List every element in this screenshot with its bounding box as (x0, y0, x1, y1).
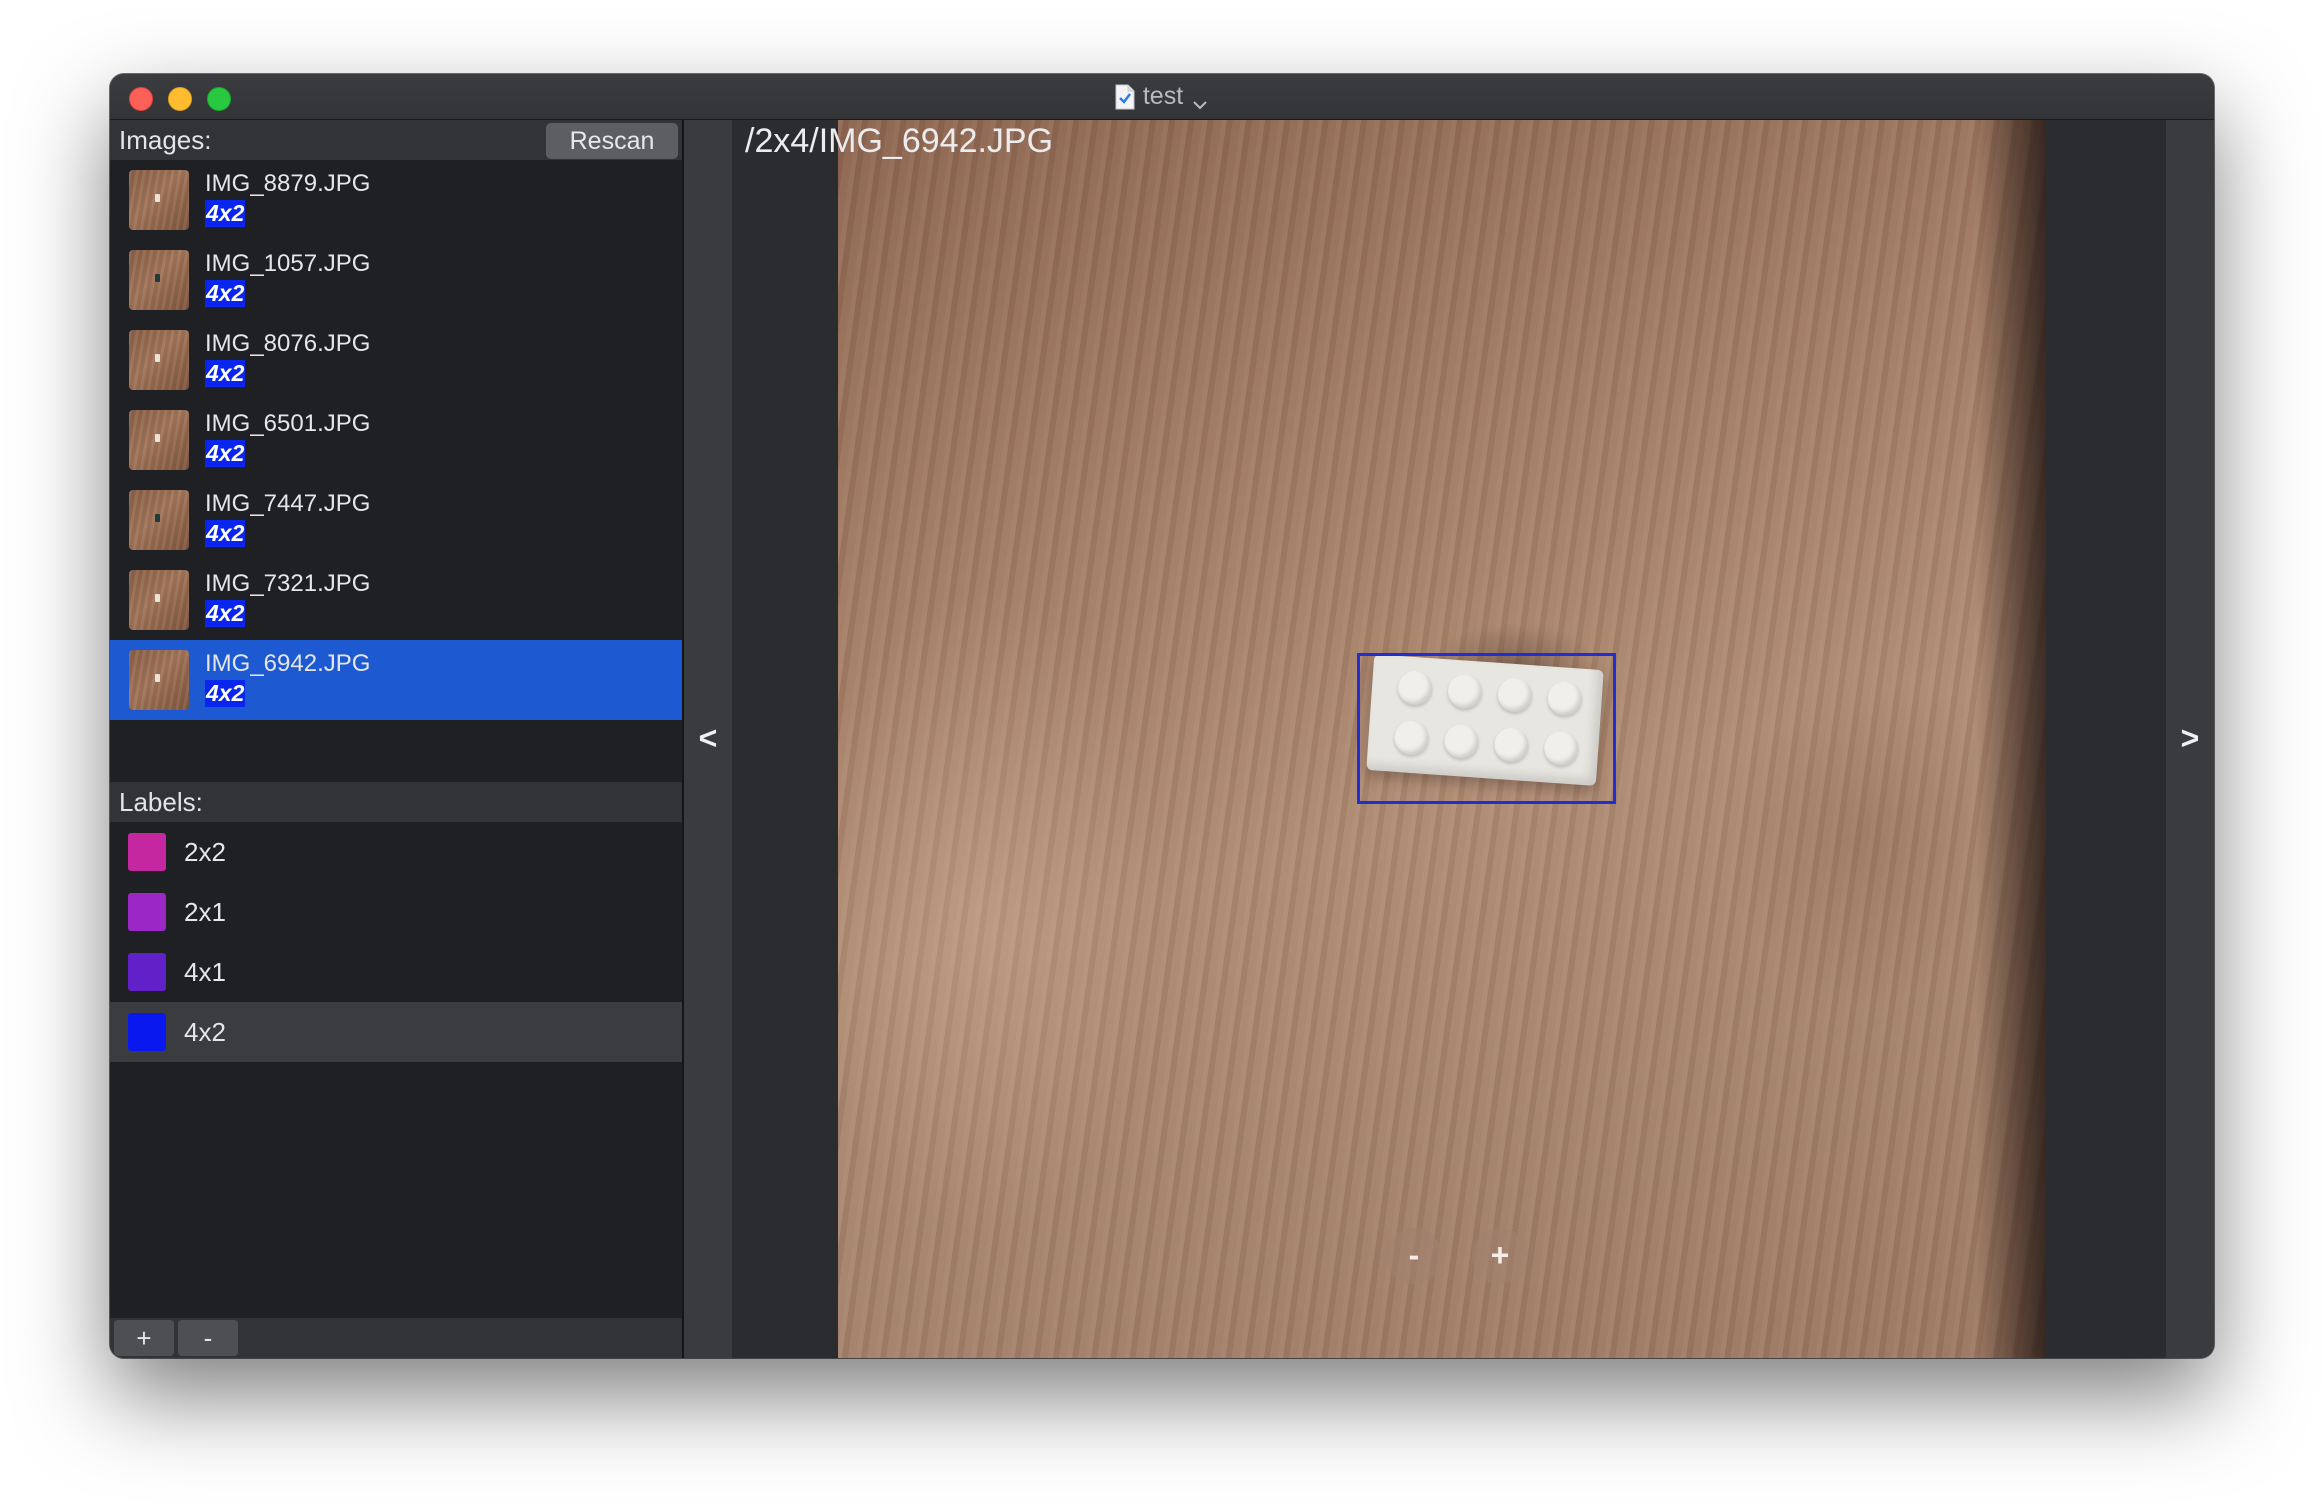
app-window: test Images: Rescan IMG_8879.JPG 4x2 IMG_1… (110, 74, 2214, 1358)
sidebar: Images: Rescan IMG_8879.JPG 4x2 IMG_1057.J… (110, 120, 684, 1358)
image-list-item[interactable]: IMG_1057.JPG 4x2 (110, 240, 682, 320)
chevron-down-icon (1191, 90, 1209, 109)
previous-arrow-icon: < (698, 720, 718, 756)
image-filename: IMG_8879.JPG (205, 170, 371, 197)
label-list-item[interactable]: 4x1 (110, 942, 682, 1002)
label-list-item[interactable]: 2x1 (110, 882, 682, 942)
image-label-badge: 4x2 (205, 360, 246, 387)
image-label-badge: 4x2 (205, 200, 246, 227)
labels-section-header: Labels: (110, 782, 682, 822)
photo-edge-shadow (1976, 120, 2046, 1358)
canvas-area: - + /2x4/IMG_6942.JPG (734, 120, 2164, 1358)
title-bar: test (110, 74, 2214, 120)
image-filename: IMG_7447.JPG (205, 490, 371, 517)
sidebar-bottom-bar: + - (110, 1318, 682, 1358)
image-list-item[interactable]: IMG_8076.JPG 4x2 (110, 320, 682, 400)
previous-image-button[interactable]: < (684, 120, 732, 1358)
label-color-swatch[interactable] (128, 893, 166, 931)
rescan-button[interactable]: Rescan (546, 123, 678, 159)
remove-label-button[interactable]: - (178, 1320, 238, 1356)
label-name: 2x2 (184, 837, 226, 867)
image-path: /2x4/IMG_6942.JPG (745, 122, 1054, 160)
image-label-badge: 4x2 (205, 440, 246, 467)
image-thumbnail (129, 650, 189, 710)
image-filename: IMG_7321.JPG (205, 570, 371, 597)
label-name: 4x1 (184, 957, 226, 987)
zoom-in-button[interactable]: + (1472, 1228, 1528, 1284)
image-label-badge: 4x2 (205, 280, 246, 307)
image-thumbnail (129, 570, 189, 630)
window-title: test (1142, 82, 1184, 110)
labels-list: 2x2 2x1 4x1 4x2 (110, 822, 682, 1062)
image-filename: IMG_6942.JPG (205, 650, 371, 677)
next-image-button[interactable]: > (2166, 120, 2214, 1358)
image-thumbnail (129, 330, 189, 390)
image-label-badge: 4x2 (205, 680, 246, 707)
image-label-badge: 4x2 (205, 520, 246, 547)
label-color-swatch[interactable] (128, 833, 166, 871)
image-thumbnail (129, 490, 189, 550)
label-color-swatch[interactable] (128, 953, 166, 991)
image-list-item[interactable]: IMG_6942.JPG 4x2 (110, 640, 682, 720)
image-thumbnail (129, 170, 189, 230)
image-thumbnail (129, 250, 189, 310)
annotation-bounding-box[interactable] (1357, 653, 1616, 804)
document-icon (1115, 84, 1135, 110)
photo-canvas[interactable]: - + (838, 120, 2046, 1358)
label-color-swatch[interactable] (128, 1013, 166, 1051)
label-list-item[interactable]: 2x2 (110, 822, 682, 882)
next-arrow-icon: > (2180, 720, 2200, 756)
image-list-item[interactable]: IMG_6501.JPG 4x2 (110, 400, 682, 480)
add-label-button[interactable]: + (114, 1320, 174, 1356)
zoom-out-button[interactable]: - (1386, 1228, 1442, 1284)
window-title-menu[interactable]: test (1115, 74, 1209, 119)
image-list-item[interactable]: IMG_8879.JPG 4x2 (110, 160, 682, 240)
images-section-header: Images: Rescan (110, 120, 682, 160)
image-list-item[interactable]: IMG_7321.JPG 4x2 (110, 560, 682, 640)
label-name: 2x1 (184, 897, 226, 927)
image-viewer: < - + /2x4/IMG_6942.JPG > (684, 120, 2214, 1358)
label-name: 4x2 (184, 1017, 226, 1047)
image-list-item[interactable]: IMG_7447.JPG 4x2 (110, 480, 682, 560)
labels-header-label: Labels: (119, 787, 203, 817)
image-filename: IMG_6501.JPG (205, 410, 371, 437)
image-list: IMG_8879.JPG 4x2 IMG_1057.JPG 4x2 IMG_8076.J… (110, 160, 682, 720)
images-header-label: Images: (119, 125, 212, 155)
image-filename: IMG_8076.JPG (205, 330, 371, 357)
image-filename: IMG_1057.JPG (205, 250, 371, 277)
image-label-badge: 4x2 (205, 600, 246, 627)
label-list-item[interactable]: 4x2 (110, 1002, 682, 1062)
image-thumbnail (129, 410, 189, 470)
